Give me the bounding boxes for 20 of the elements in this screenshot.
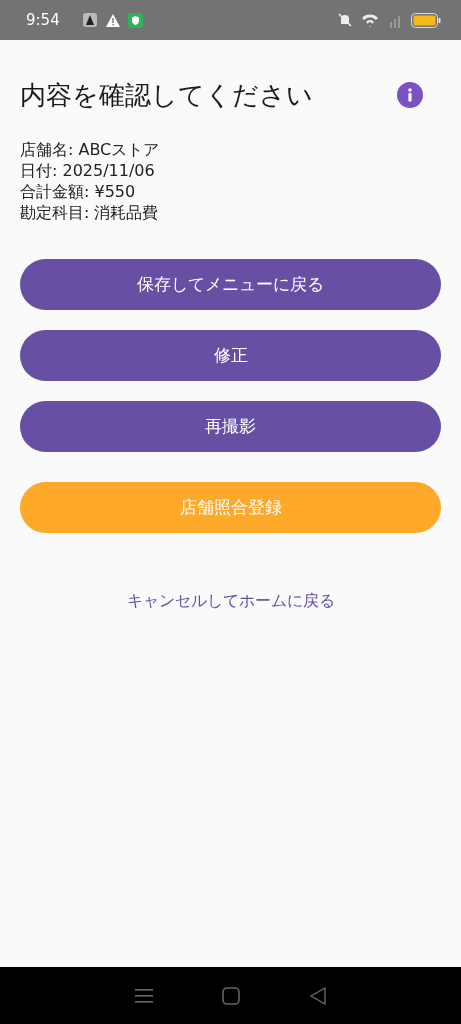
home-icon[interactable] bbox=[222, 986, 241, 1005]
action-button[interactable]: 修正 bbox=[20, 330, 441, 381]
action-button[interactable]: 保存してメニューに戻る bbox=[20, 259, 441, 310]
shield-icon bbox=[127, 12, 143, 28]
muted-bell-icon bbox=[337, 12, 353, 28]
wifi-icon bbox=[361, 12, 381, 28]
menu-icon[interactable] bbox=[134, 987, 153, 1004]
app-icon bbox=[81, 12, 98, 28]
detail-text: 日付: 2025/11/06 bbox=[20, 160, 156, 181]
battery-icon bbox=[411, 12, 441, 28]
cancel-link[interactable]: キャンセルしてホームに戻る bbox=[20, 591, 441, 612]
action-button[interactable]: 再撮影 bbox=[20, 401, 441, 452]
info-icon[interactable] bbox=[397, 82, 423, 108]
detail-text: 店舗名: ABCストア bbox=[20, 139, 161, 160]
page-title: 内容を確認してください bbox=[20, 79, 313, 112]
detail-text: 合計金額: ¥550 bbox=[20, 181, 137, 202]
detail-text: 勘定科目: 消耗品費 bbox=[20, 202, 160, 223]
back-icon[interactable] bbox=[310, 986, 327, 1005]
warning-icon bbox=[105, 13, 120, 27]
clock-text: 9:54 bbox=[26, 11, 60, 29]
